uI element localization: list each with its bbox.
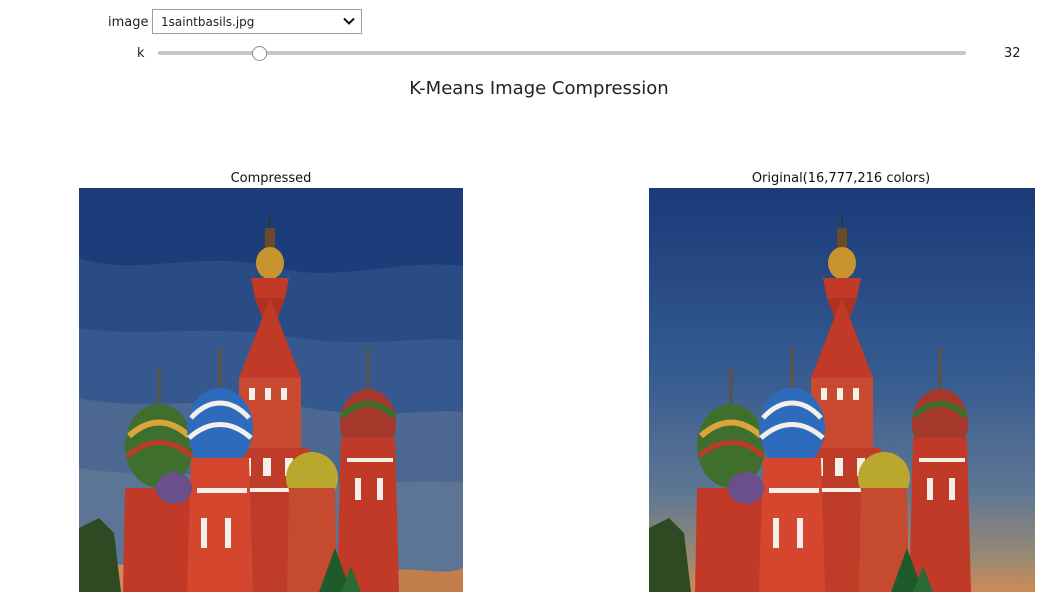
figure-title: K-Means Image Compression <box>409 78 669 99</box>
k-value-readout: 32 <box>1004 46 1021 61</box>
k-slider-handle[interactable] <box>252 46 268 61</box>
image-dropdown-value: 1saintbasils.jpg <box>161 14 255 29</box>
k-slider-fill <box>158 51 260 55</box>
image-label: image <box>108 15 149 30</box>
original-image <box>649 188 1035 592</box>
compressed-image <box>79 188 463 592</box>
k-slider-track[interactable] <box>158 51 966 55</box>
compressed-image-svg <box>79 188 463 592</box>
original-image-svg <box>649 188 1035 592</box>
chevron-down-icon <box>342 14 356 31</box>
compressed-title: Compressed <box>230 171 312 186</box>
k-label: k <box>137 46 145 61</box>
image-dropdown[interactable]: 1saintbasils.jpg <box>152 9 362 34</box>
original-title: Original(16,777,216 colors) <box>751 171 931 186</box>
